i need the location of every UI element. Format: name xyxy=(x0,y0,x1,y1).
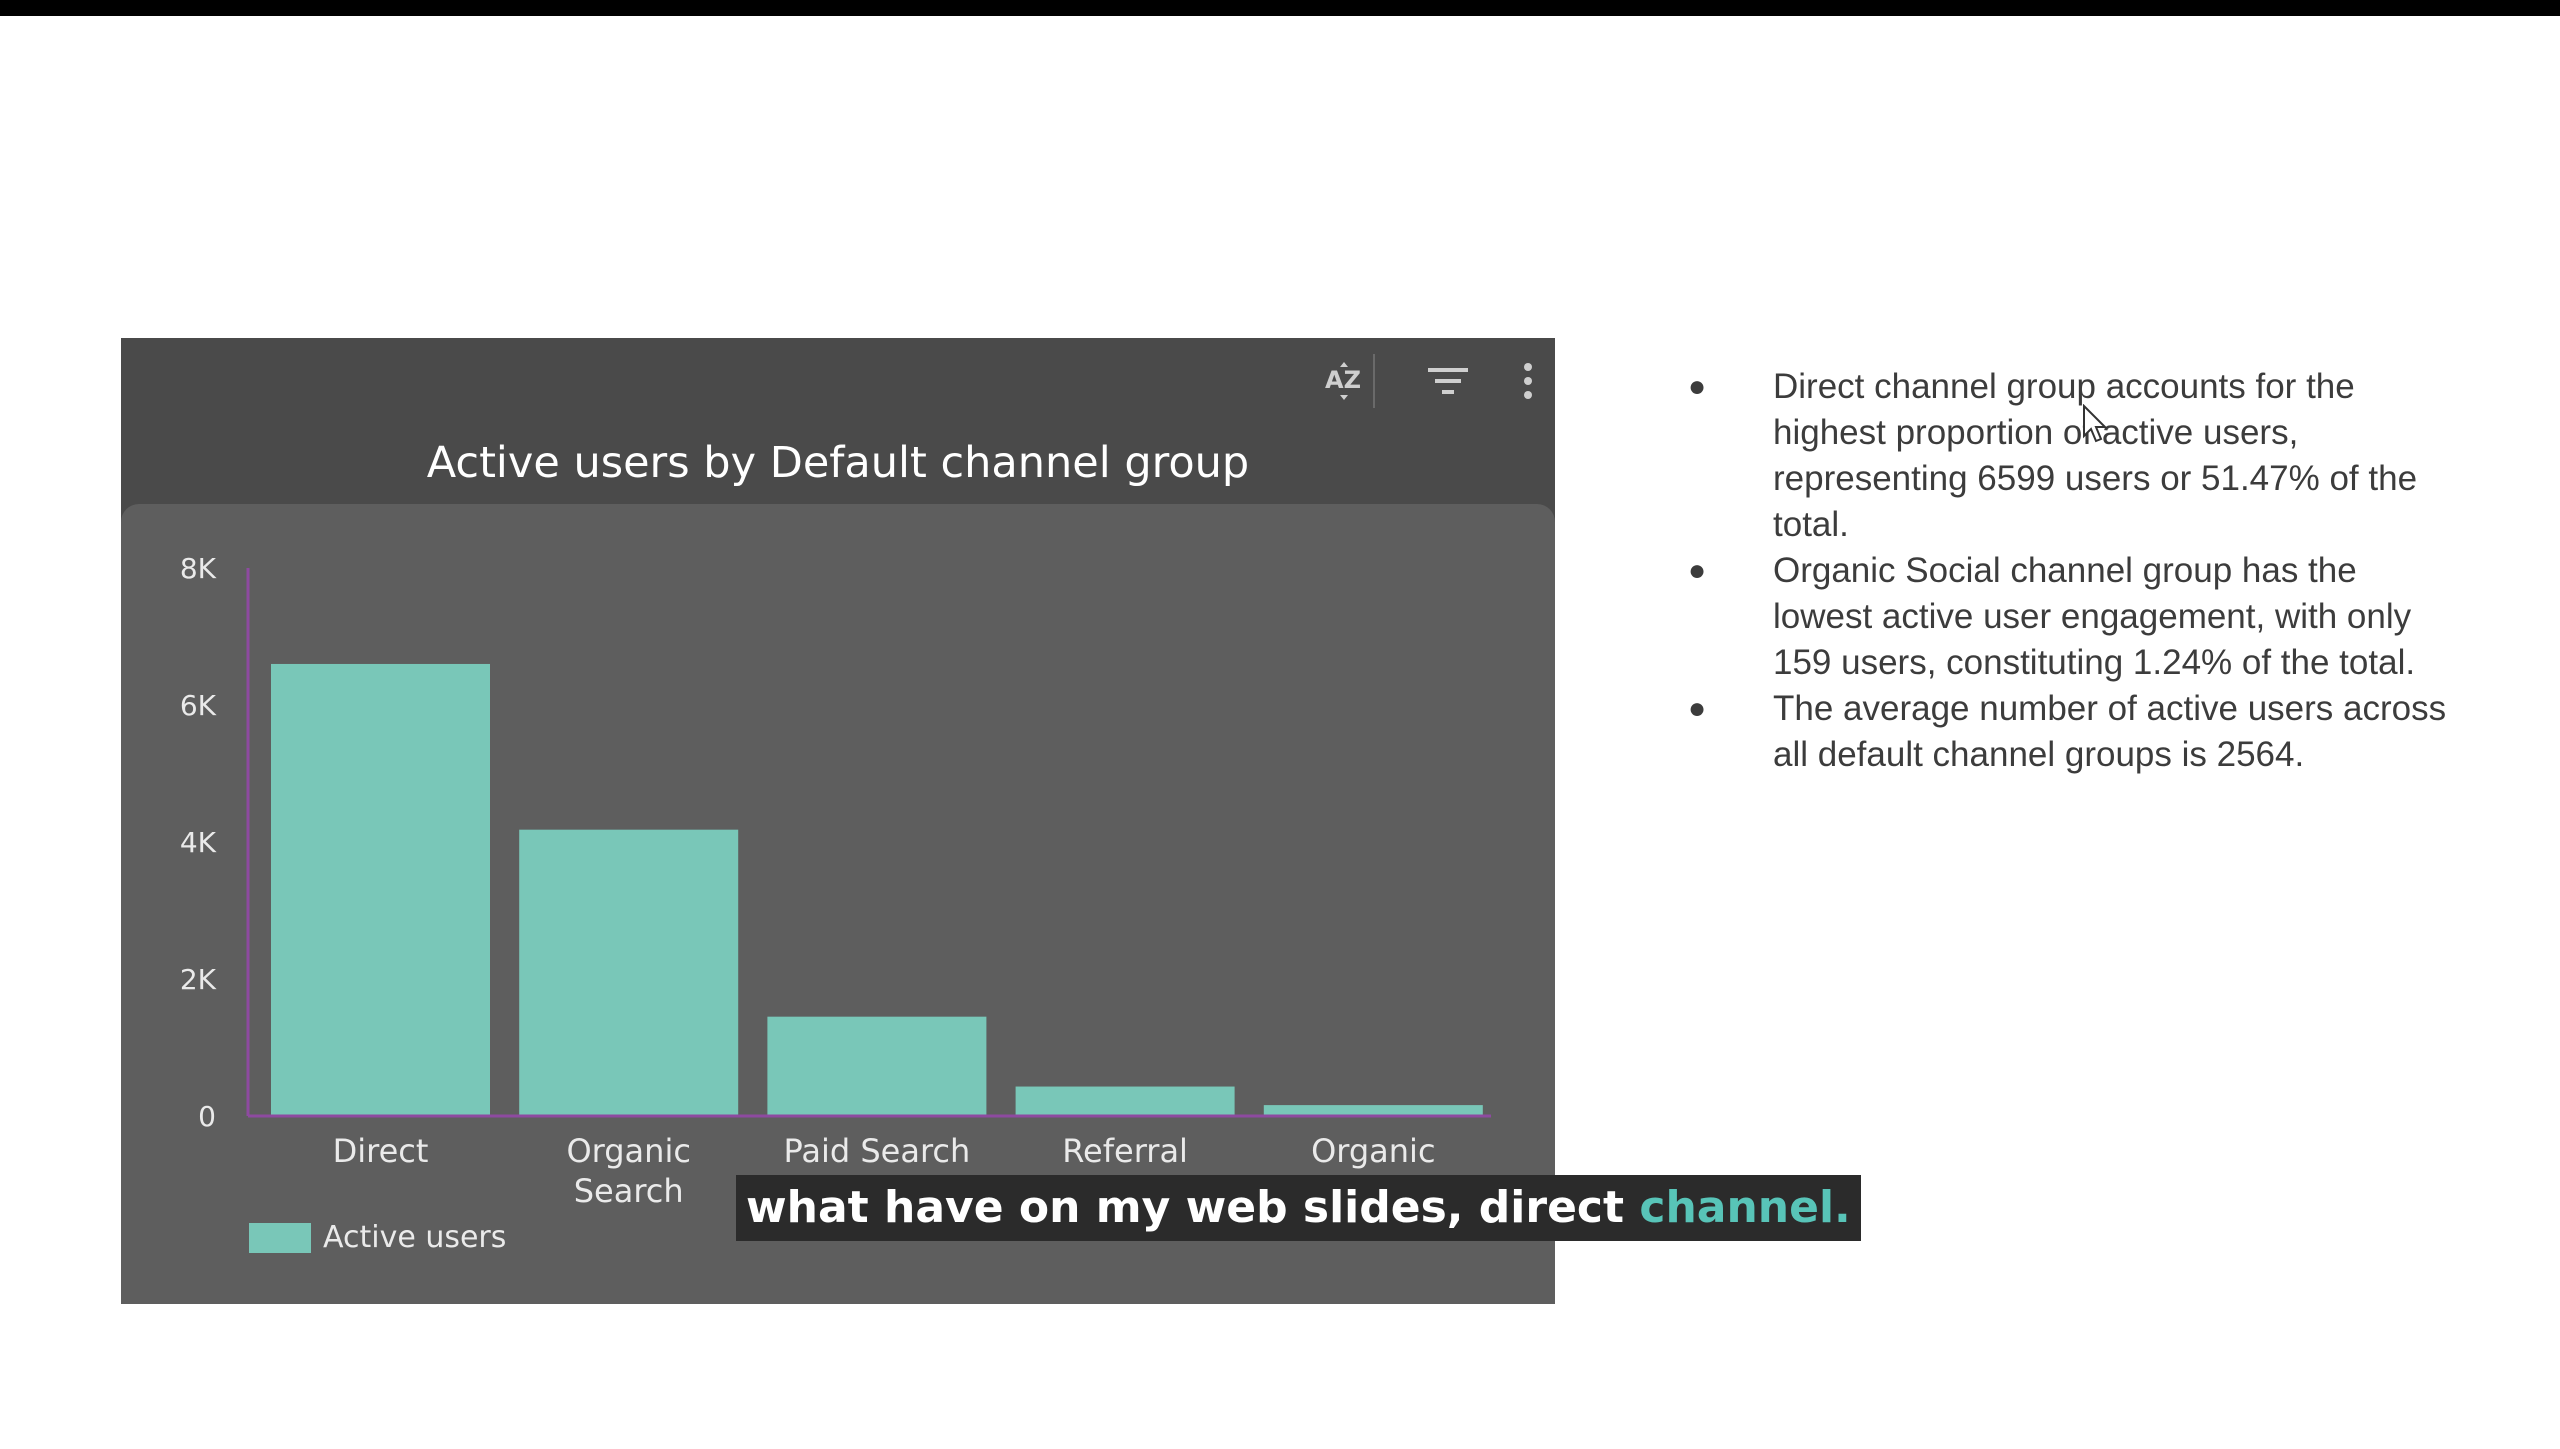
insight-bullets: ● Direct channel group accounts for the … xyxy=(1688,364,2448,778)
x-tick-label: Direct xyxy=(333,1132,429,1170)
bullet-marker: ● xyxy=(1688,692,1707,725)
caption-text: what have on my web slides, direct xyxy=(746,1182,1640,1233)
x-tick-label: Referral xyxy=(1062,1132,1188,1170)
bar xyxy=(767,1016,987,1116)
chart-legend[interactable]: Active users xyxy=(249,1220,506,1255)
bar xyxy=(1263,1105,1483,1116)
x-tick-label: Organic xyxy=(566,1132,690,1170)
bullet-text: Direct channel group accounts for the hi… xyxy=(1773,367,2418,544)
y-tick-label: 2K xyxy=(180,963,217,996)
y-tick-label: 8K xyxy=(180,552,217,585)
legend-swatch xyxy=(249,1222,311,1253)
bar xyxy=(519,829,739,1116)
caption-highlight: channel. xyxy=(1639,1182,1851,1233)
bar xyxy=(1015,1086,1235,1116)
x-tick-label: Search xyxy=(574,1172,684,1210)
mouse-pointer-icon xyxy=(2082,403,2108,448)
y-tick-label: 4K xyxy=(180,826,217,859)
bullet-item: ● The average number of active users acr… xyxy=(1688,686,2448,778)
top-letterbox-bar xyxy=(0,0,2560,16)
x-tick-label: Organic xyxy=(1311,1132,1435,1170)
x-tick-label: Paid Search xyxy=(784,1132,971,1170)
bullet-marker: ● xyxy=(1688,554,1707,587)
y-tick-label: 6K xyxy=(180,689,217,722)
bullet-item: ● Organic Social channel group has the l… xyxy=(1688,548,2448,686)
y-tick-label: 0 xyxy=(198,1100,216,1133)
bar-chart: 02K4K6K8KDirect OrganicSearchPaid Search R… xyxy=(180,552,1491,1210)
chart-card: AZ Active users by Default channel group… xyxy=(121,338,1555,1304)
bullet-marker: ● xyxy=(1688,370,1707,403)
bar xyxy=(271,663,490,1116)
bullet-text: The average number of active users acros… xyxy=(1773,689,2447,774)
video-caption: what have on my web slides, direct chann… xyxy=(736,1175,1861,1241)
bullet-item: ● Direct channel group accounts for the … xyxy=(1688,364,2448,548)
legend-label: Active users xyxy=(323,1220,507,1255)
bullet-text: Organic Social channel group has the low… xyxy=(1773,551,2416,682)
